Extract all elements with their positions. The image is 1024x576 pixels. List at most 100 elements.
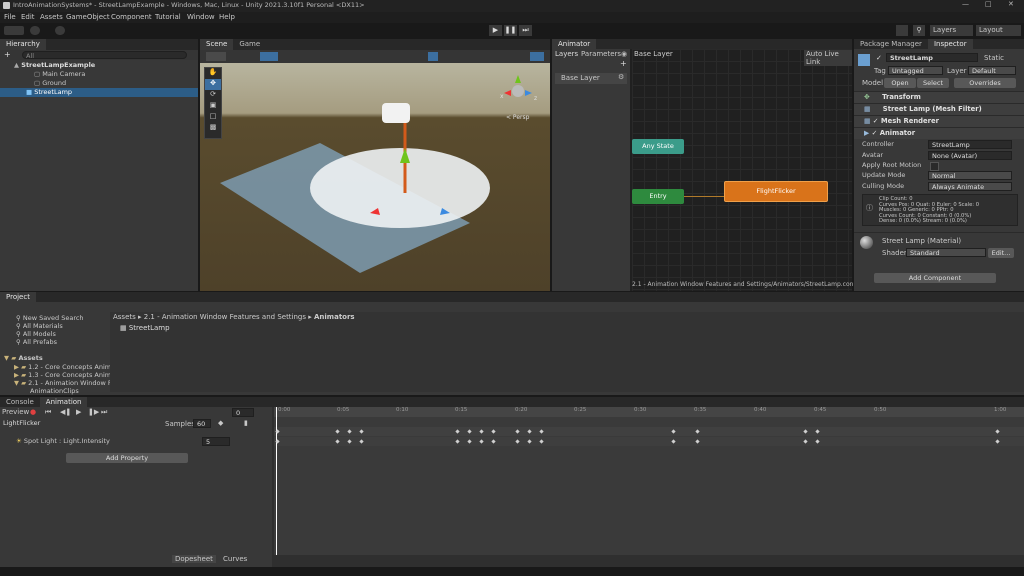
scale-tool-icon[interactable]: ▣ xyxy=(205,101,221,112)
apply-root-motion-checkbox[interactable] xyxy=(930,162,939,171)
flightflicker-node[interactable]: FlightFlicker xyxy=(724,181,828,202)
search-icon[interactable]: ⚲ xyxy=(913,25,925,36)
menu-edit[interactable]: Edit xyxy=(21,13,35,21)
maximize-button[interactable]: □ xyxy=(985,0,992,8)
move-tool-icon[interactable]: ✥ xyxy=(205,79,221,90)
close-button[interactable]: ✕ xyxy=(1008,0,1014,8)
folder-item[interactable]: AnimationClips xyxy=(0,387,108,396)
assets-root[interactable]: ▼ ▰ Assets xyxy=(0,354,108,363)
breadcrumb-folder[interactable]: 2.1 - Animation Window Features and Sett… xyxy=(144,313,306,321)
avatar-field[interactable]: None (Avatar) xyxy=(928,151,1012,160)
parameters-tab[interactable]: Parameters xyxy=(581,50,621,58)
tab-scene[interactable]: Scene xyxy=(200,39,234,50)
tab-package-manager[interactable]: Package Manager xyxy=(854,39,928,50)
light-toggle-button[interactable] xyxy=(428,52,438,61)
add-keyframe-icon[interactable]: ◆ xyxy=(218,419,223,427)
breadcrumb-animators[interactable]: Animators xyxy=(314,313,355,321)
layer-dropdown[interactable]: Default xyxy=(968,66,1016,75)
transform-tool-icon[interactable]: ▩ xyxy=(205,123,221,134)
base-layer-item[interactable]: Base Layer ⚙ xyxy=(555,73,627,84)
mesh-renderer-header[interactable]: ▦ ✓ Mesh Renderer xyxy=(854,115,1024,127)
add-property-button[interactable]: Add Property xyxy=(66,453,188,463)
tab-game[interactable]: Game xyxy=(233,39,266,50)
edit-shader-button[interactable]: Edit... xyxy=(988,248,1014,258)
animator-header[interactable]: ▶ ✓ Animator xyxy=(854,127,1024,139)
mesh-filter-header[interactable]: ▦ Street Lamp (Mesh Filter) xyxy=(854,103,1024,115)
enabled-checkbox[interactable]: ✓ xyxy=(872,129,878,137)
menu-help[interactable]: Help xyxy=(219,13,235,21)
breadcrumb-base-layer[interactable]: Base Layer xyxy=(634,50,673,58)
animator-graph[interactable]: Base Layer Auto Live Link Any State Entr… xyxy=(632,49,853,291)
menu-component[interactable]: Component xyxy=(111,13,152,21)
overrides-button[interactable]: Overrides xyxy=(954,78,1016,88)
enabled-checkbox[interactable]: ✓ xyxy=(873,117,879,125)
frame-field[interactable]: 0 xyxy=(232,408,254,417)
draw-mode-button[interactable] xyxy=(206,52,226,61)
property-value-field[interactable]: 5 xyxy=(202,437,230,446)
hand-tool-icon[interactable]: ✋ xyxy=(205,68,221,79)
tab-inspector[interactable]: Inspector xyxy=(927,39,973,50)
menu-gameobject[interactable]: GameObject xyxy=(66,13,110,21)
add-event-icon[interactable]: ▮ xyxy=(244,419,248,427)
next-key-button[interactable]: ❚▶ xyxy=(88,408,99,416)
preview-toggle[interactable]: Preview xyxy=(2,408,29,416)
layout-dropdown[interactable]: Layout xyxy=(976,25,1021,36)
hierarchy-item-ground[interactable]: ▢ Ground xyxy=(0,79,198,88)
persp-label[interactable]: < Persp xyxy=(506,114,529,121)
layers-tab[interactable]: Layers xyxy=(555,50,578,58)
hierarchy-search-input[interactable]: All xyxy=(22,51,187,60)
menu-tutorial[interactable]: Tutorial xyxy=(155,13,181,21)
transform-header[interactable]: ✥ Transform xyxy=(854,91,1024,103)
cloud-icon[interactable] xyxy=(30,26,40,35)
asset-item[interactable]: ▦ StreetLamp xyxy=(120,324,170,332)
menu-assets[interactable]: Assets xyxy=(40,13,63,21)
add-component-button[interactable]: Add Component xyxy=(874,273,996,283)
pause-button[interactable]: ❚❚ xyxy=(504,25,517,36)
samples-field[interactable]: 60 xyxy=(193,419,211,428)
object-name-field[interactable]: StreetLamp xyxy=(886,53,978,62)
step-button[interactable]: ⏭ xyxy=(519,25,532,36)
eye-icon[interactable]: ◉ xyxy=(621,50,627,58)
rect-tool-icon[interactable]: □ xyxy=(205,112,221,123)
shader-dropdown[interactable]: Standard xyxy=(906,248,986,257)
collab-icon[interactable] xyxy=(55,26,65,35)
add-layer-icon[interactable]: + xyxy=(620,59,627,68)
dopesheet-tab[interactable]: Dopesheet xyxy=(172,555,216,563)
auto-live-link-button[interactable]: Auto Live Link xyxy=(804,50,852,66)
tab-hierarchy[interactable]: Hierarchy xyxy=(0,39,46,50)
select-button[interactable]: Select xyxy=(917,78,949,88)
update-mode-dropdown[interactable]: Normal xyxy=(928,171,1012,180)
layers-dropdown[interactable]: Layers xyxy=(930,25,973,36)
dopesheet[interactable]: 0:00 0:05 0:10 0:15 0:20 0:25 0:30 0:35 … xyxy=(274,407,1024,555)
clip-dropdown[interactable]: LightFlicker xyxy=(0,419,108,428)
play-animation-button[interactable]: ▶ xyxy=(76,408,81,416)
prev-key-button[interactable]: ◀❚ xyxy=(60,408,71,416)
scene-viewport[interactable]: x z < Persp ✋ ✥ ⟳ ▣ □ ▩ xyxy=(200,63,550,291)
first-key-button[interactable]: ⏮ xyxy=(45,408,51,417)
controller-field[interactable]: StreetLamp xyxy=(928,140,1012,149)
entry-node[interactable]: Entry xyxy=(632,189,684,204)
gizmo-pivot-button[interactable] xyxy=(260,52,278,61)
property-row[interactable]: ☀ Spot Light : Light.Intensity xyxy=(0,437,272,446)
breadcrumb-assets[interactable]: Assets xyxy=(113,313,136,321)
active-checkbox[interactable]: ✓ xyxy=(876,54,882,62)
gizmos-button[interactable] xyxy=(530,52,544,61)
play-button[interactable]: ▶ xyxy=(489,25,502,36)
history-icon[interactable] xyxy=(896,25,908,36)
gear-icon[interactable]: ⚙ xyxy=(618,73,624,81)
record-button[interactable]: ● xyxy=(30,408,36,416)
rotate-tool-icon[interactable]: ⟳ xyxy=(205,90,221,101)
hierarchy-item-scene[interactable]: ▲ StreetLampExample xyxy=(0,61,198,70)
open-button[interactable]: Open xyxy=(884,78,916,88)
tag-dropdown[interactable]: Untagged xyxy=(888,66,943,75)
static-checkbox[interactable]: Static xyxy=(984,54,1004,62)
hierarchy-item-streetlamp[interactable]: ■ StreetLamp xyxy=(0,88,198,97)
last-key-button[interactable]: ⏭ xyxy=(101,408,107,417)
menu-window[interactable]: Window xyxy=(187,13,215,21)
curves-tab[interactable]: Curves xyxy=(220,555,250,563)
tab-project[interactable]: Project xyxy=(0,292,36,303)
add-icon[interactable]: + xyxy=(4,50,11,59)
hierarchy-item-main-camera[interactable]: ▢ Main Camera xyxy=(0,70,198,79)
culling-mode-dropdown[interactable]: Always Animate xyxy=(928,182,1012,191)
any-state-node[interactable]: Any State xyxy=(632,139,684,154)
